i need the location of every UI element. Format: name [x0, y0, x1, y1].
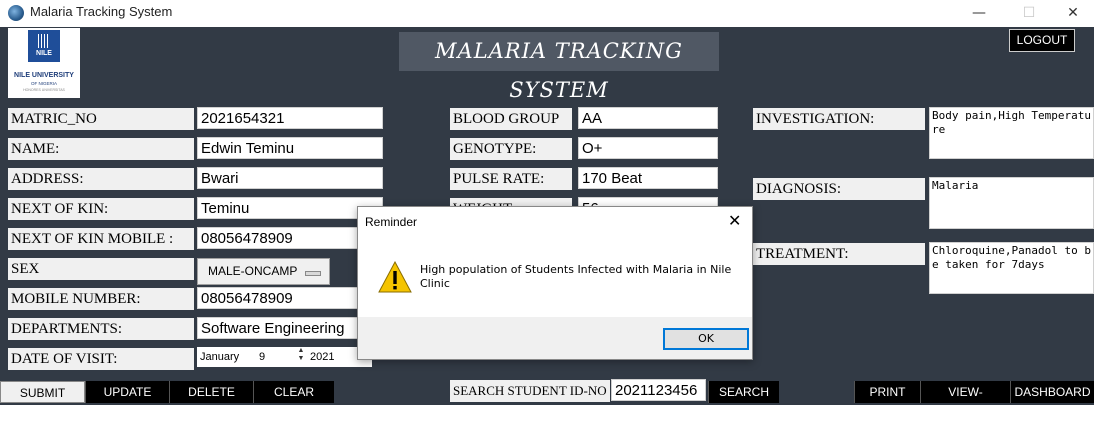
day-spinner-icon[interactable]: ▲ ▼: [297, 347, 305, 363]
dialog-title: Reminder: [365, 215, 418, 229]
diagnosis-textarea[interactable]: Malaria: [929, 177, 1094, 229]
date-of-visit-label: DATE OF VISIT:: [8, 348, 194, 370]
matric-label: MATRIC_NO: [8, 108, 194, 130]
next-of-kin-mobile-input[interactable]: 08056478909: [197, 227, 383, 249]
next-of-kin-mobile-label: NEXT OF KIN MOBILE :: [8, 228, 194, 250]
date-month[interactable]: January: [200, 347, 239, 367]
page-title: MALARIA TRACKING SYSTEM: [399, 32, 719, 102]
departments-input[interactable]: Software Engineering: [197, 317, 383, 339]
name-label: NAME:: [8, 138, 194, 160]
matric-input[interactable]: 2021654321: [197, 107, 383, 129]
view-records-button[interactable]: VIEW-RECORDS: [920, 381, 1010, 421]
address-label: ADDRESS:: [8, 168, 194, 190]
minimize-button[interactable]: —: [956, 0, 1002, 27]
logo-mark: NILE: [28, 30, 60, 62]
genotype-input[interactable]: O+: [578, 137, 718, 159]
sex-label: SEX: [8, 258, 194, 280]
blood-group-label: BLOOD GROUP: [450, 108, 572, 130]
dropdown-indicator-icon: [305, 271, 321, 276]
sex-dropdown[interactable]: MALE-ONCAMP: [197, 258, 330, 285]
departments-label: DEPARTMENTS:: [8, 318, 194, 340]
window-title: Malaria Tracking System: [30, 4, 173, 19]
treatment-label: TREATMENT:: [753, 243, 925, 265]
search-button[interactable]: SEARCH: [708, 381, 779, 403]
delete-button[interactable]: DELETE: [169, 381, 253, 403]
logo-mark-text: NILE: [36, 50, 52, 57]
clear-button[interactable]: CLEAR: [253, 381, 334, 403]
maximize-button: ☐: [1022, 5, 1036, 21]
submit-button[interactable]: SUBMIT: [0, 381, 85, 403]
title-bar: Malaria Tracking System — ☐ ✕: [0, 0, 1094, 27]
logout-button[interactable]: LOGOUT: [1009, 29, 1075, 52]
search-student-label: SEARCH STUDENT ID-NO: [450, 380, 610, 402]
date-day[interactable]: 9: [259, 347, 265, 367]
dialog-close-icon[interactable]: ✕: [728, 211, 741, 230]
nile-university-logo: NILE NILE UNIVERSITY OF NIGERIA HONORES …: [8, 28, 80, 98]
logo-stripes-icon: [38, 34, 50, 48]
dialog-message: High population of Students Infected wit…: [420, 263, 732, 290]
sex-dropdown-value: MALE-ONCAMP: [208, 264, 298, 278]
date-of-visit-picker[interactable]: January 9 ▲▼ 2021 ▲▼: [197, 347, 372, 367]
mobile-number-input[interactable]: 08056478909: [197, 287, 383, 309]
mobile-number-label: MOBILE NUMBER:: [8, 288, 194, 310]
warning-icon: [378, 261, 412, 293]
genotype-label: GENOTYPE:: [450, 138, 572, 160]
search-student-input[interactable]: 2021123456: [611, 379, 706, 401]
dashboard-button[interactable]: DASHBOARD: [1010, 381, 1094, 403]
investigation-label: INVESTIGATION:: [753, 108, 925, 130]
update-button[interactable]: UPDATE: [85, 381, 169, 403]
treatment-textarea[interactable]: Chloroquine,Panadol to be taken for 7day…: [929, 242, 1094, 294]
pulse-rate-label: PULSE RATE:: [450, 168, 572, 190]
app-globe-icon: [8, 5, 24, 21]
next-of-kin-label: NEXT OF KIN:: [8, 198, 194, 220]
next-of-kin-input[interactable]: Teminu: [197, 197, 383, 219]
name-input[interactable]: Edwin Teminu: [197, 137, 383, 159]
reminder-dialog: Reminder ✕ High population of Students I…: [357, 206, 753, 360]
diagnosis-label: DIAGNOSIS:: [753, 178, 925, 200]
pulse-rate-input[interactable]: 170 Beat: [578, 167, 718, 189]
address-input[interactable]: Bwari: [197, 167, 383, 189]
ok-button[interactable]: OK: [663, 328, 749, 350]
logo-name: NILE UNIVERSITY: [14, 72, 74, 79]
print-button[interactable]: PRINT: [854, 381, 920, 403]
logo-motto: HONORES UNIVERSITAS: [23, 88, 65, 92]
date-year[interactable]: 2021: [310, 347, 334, 367]
blood-group-input[interactable]: AA: [578, 107, 718, 129]
logo-sub: OF NIGERIA: [30, 81, 57, 86]
close-window-button[interactable]: ✕: [1050, 0, 1094, 27]
investigation-textarea[interactable]: Body pain,High Temperature: [929, 107, 1094, 159]
